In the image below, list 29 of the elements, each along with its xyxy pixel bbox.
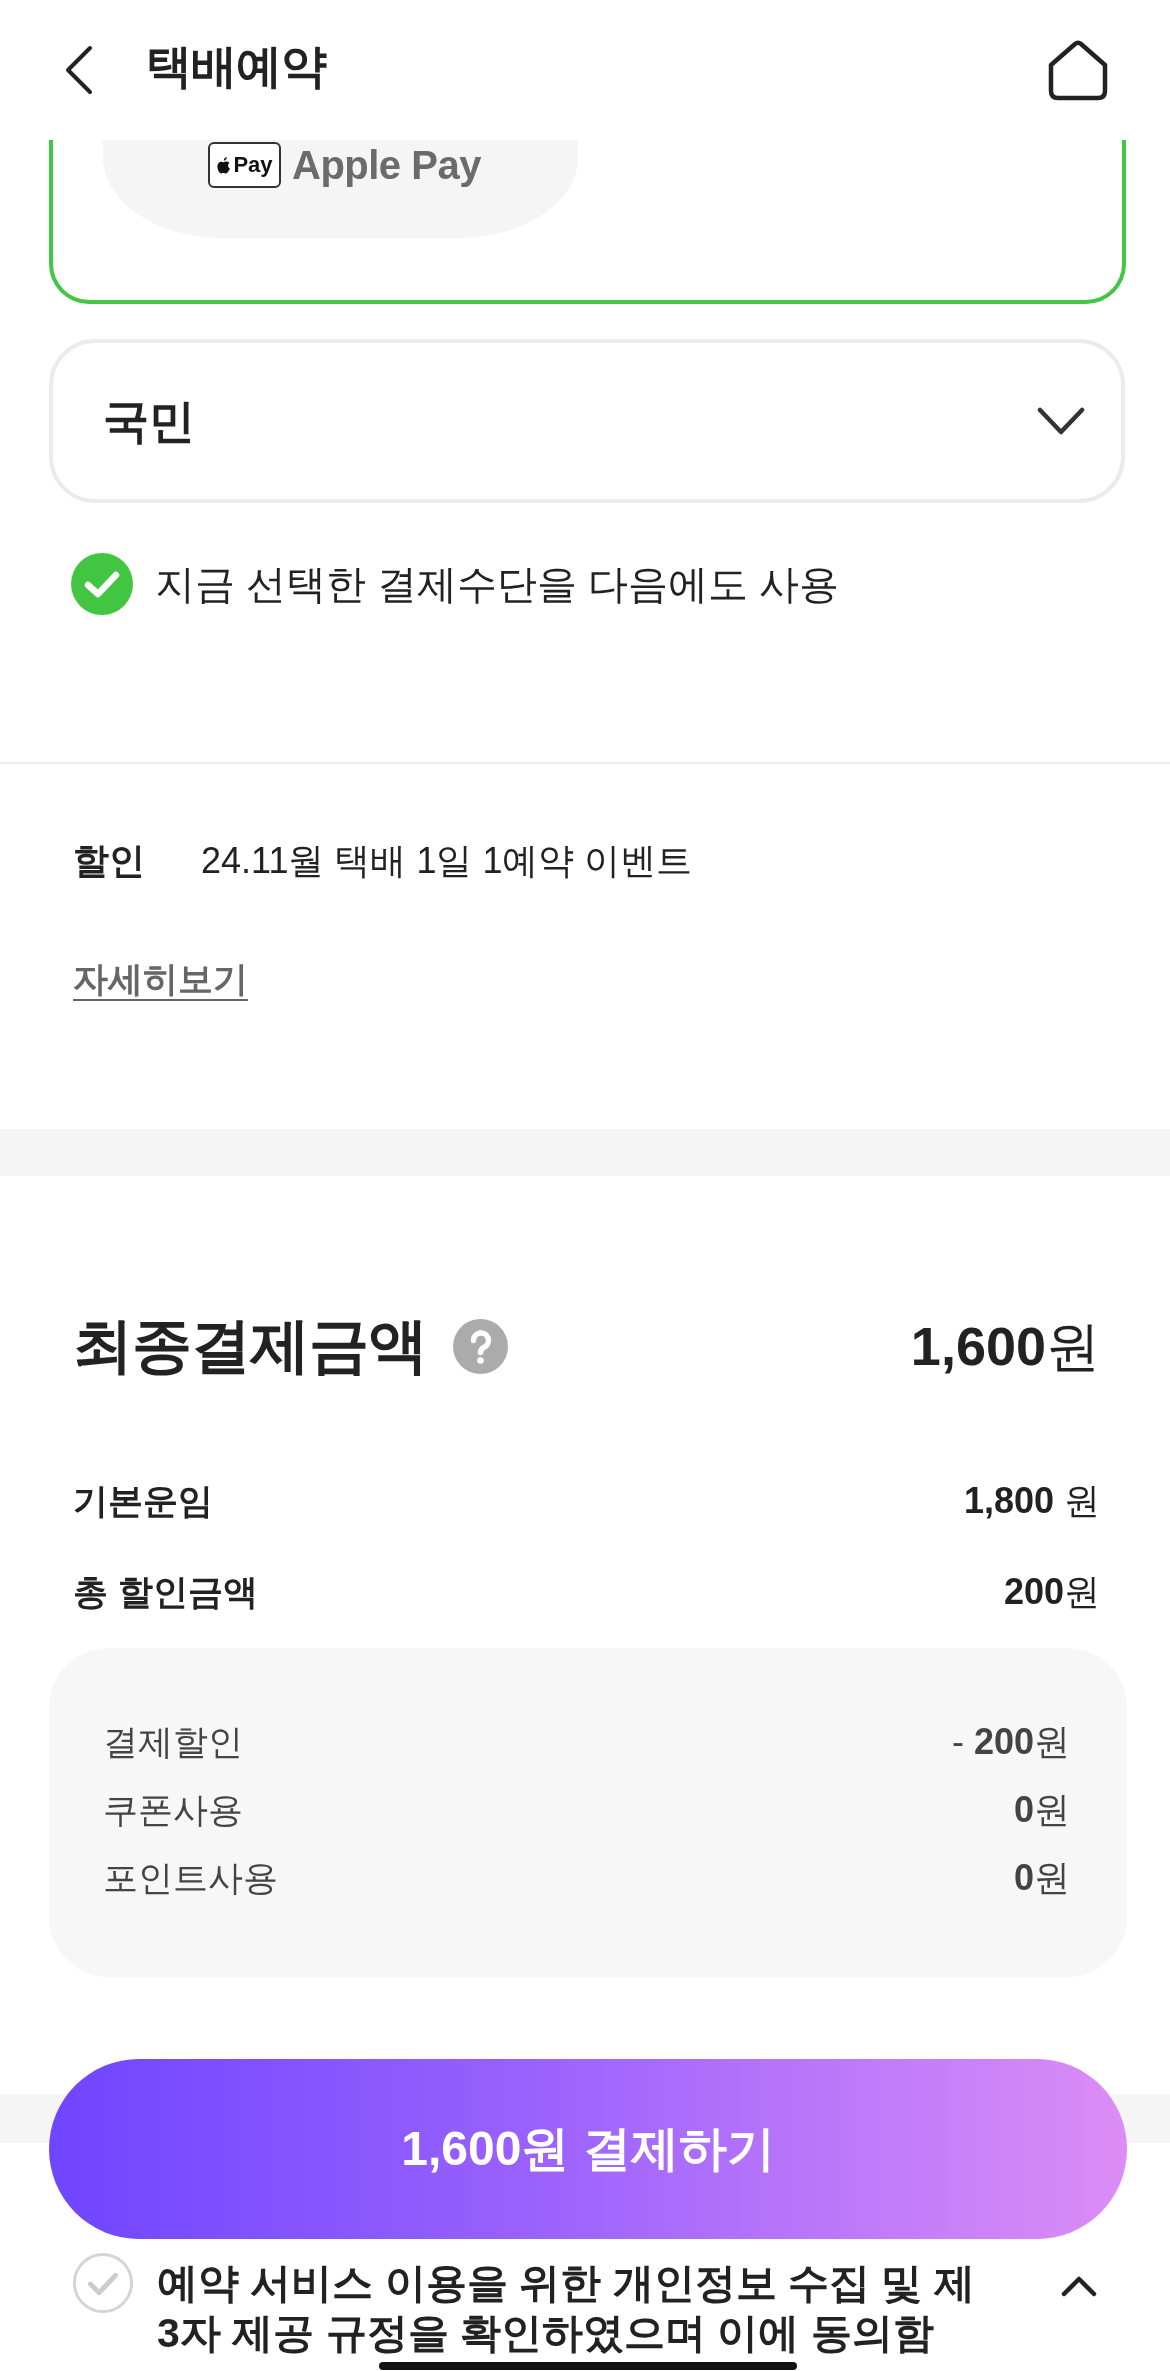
pay-button[interactable]: 1,600원 결제하기 bbox=[49, 2059, 1127, 2239]
chevron-up-icon[interactable] bbox=[1061, 2275, 1097, 2297]
bank-select[interactable]: 국민 bbox=[49, 339, 1125, 503]
agreement-checkbox-icon[interactable] bbox=[73, 2253, 133, 2313]
fee-label: 기본운임 bbox=[73, 1480, 213, 1522]
total-label: 최종결제금액 bbox=[73, 1311, 427, 1381]
chevron-down-icon bbox=[1037, 406, 1085, 436]
breakdown-label: 결제할인 bbox=[103, 1721, 243, 1763]
breakdown-label: 쿠폰사용 bbox=[103, 1789, 243, 1831]
back-icon[interactable] bbox=[64, 45, 94, 95]
discount-label: 할인 bbox=[73, 839, 145, 883]
fee-amount: 1,800 원 bbox=[963, 1479, 1100, 1523]
fee-label: 총 할인금액 bbox=[73, 1571, 258, 1613]
agreement-text: 예약 서비스 이용을 위한 개인정보 수집 및 제3자 제공 규정을 확인하였으며 이에 동의함 bbox=[157, 2259, 976, 2358]
total-amount: 1,600원 bbox=[910, 1315, 1100, 1378]
breakdown-amount: 0원 bbox=[1013, 1856, 1070, 1900]
logo-text: Pay bbox=[233, 154, 273, 176]
save-method-label: 지금 선택한 결제수단을 다음에도 사용 bbox=[155, 561, 840, 608]
breakdown-amount: - 200원 bbox=[951, 1720, 1070, 1764]
breakdown-amount: 0원 bbox=[1013, 1788, 1070, 1832]
payment-option-button[interactable]: Pay Apple Pay bbox=[103, 140, 578, 238]
home-icon[interactable] bbox=[1046, 39, 1110, 101]
discount-name: 24.11월 택배 1일 1예약 이벤트 bbox=[201, 839, 693, 883]
page-title: 택배예약 bbox=[146, 40, 326, 92]
details-link[interactable]: 자세히보기 bbox=[73, 957, 248, 1001]
apple-icon bbox=[216, 155, 232, 175]
fee-amount: 200원 bbox=[1003, 1570, 1100, 1614]
checkbox-icon[interactable] bbox=[71, 553, 133, 615]
breakdown-label: 포인트사용 bbox=[103, 1857, 278, 1899]
